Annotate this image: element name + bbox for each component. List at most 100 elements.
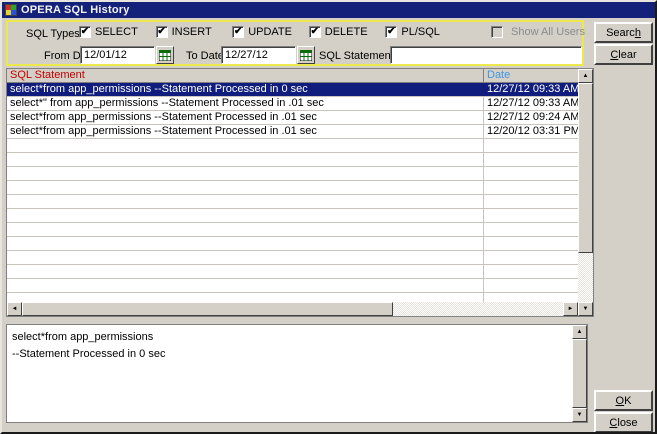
to-date-calendar-button[interactable] [297, 46, 315, 64]
table-row-empty[interactable] [7, 251, 578, 265]
detail-text[interactable]: select*from app_permissions--Statement P… [7, 325, 572, 422]
sql-types-label: SQL Types [26, 28, 80, 40]
cell-date [483, 167, 578, 180]
checkbox-box[interactable]: ✔ [232, 26, 244, 38]
table-row-empty[interactable] [7, 181, 578, 195]
to-date-input[interactable] [221, 46, 296, 64]
button-label-part: lear [618, 49, 636, 61]
opera-sql-history-window: OPERA SQL History SQL Types ✔ SELECT ✔ INSE… [0, 0, 657, 434]
cell-sql-statement [7, 293, 483, 302]
checkbox-label: SELECT [95, 26, 138, 38]
checkbox-box[interactable]: ✔ [156, 26, 168, 38]
checkbox-pl-sql[interactable]: ✔ PL/SQL [385, 26, 462, 38]
cell-sql-statement: select*from app_permissions --Statement … [7, 125, 483, 138]
cell-sql-statement [7, 167, 483, 180]
column-header-sql-statement[interactable]: SQL Statement [7, 69, 483, 82]
checkbox-box[interactable]: ✔ [309, 26, 321, 38]
cell-sql-statement [7, 251, 483, 264]
scrollbar-thumb[interactable] [572, 339, 587, 408]
table-vertical-scrollbar[interactable]: ▲ ▼ [578, 69, 593, 316]
button-label-part: h [635, 27, 641, 39]
table-row[interactable]: select*from app_permissions --Statement … [7, 125, 578, 139]
table-row-empty[interactable] [7, 293, 578, 302]
table-row-empty[interactable] [7, 209, 578, 223]
cell-sql-statement: select*from app_permissions --Statement … [7, 83, 483, 96]
cell-date [483, 181, 578, 194]
cell-date [483, 139, 578, 152]
scroll-left-button[interactable]: ◄ [7, 302, 22, 316]
clear-button[interactable]: Clear [594, 44, 653, 65]
table-row-empty[interactable] [7, 279, 578, 293]
right-arrow-icon: ► [568, 306, 574, 312]
table-row-empty[interactable] [7, 265, 578, 279]
scrollbar-thumb[interactable] [578, 83, 593, 253]
checkbox-show-all-users: Show All Users [491, 26, 585, 38]
down-arrow-icon: ▼ [583, 306, 589, 312]
calendar-icon [159, 50, 171, 61]
app-icon [5, 4, 17, 16]
search-button[interactable]: Search [594, 22, 653, 43]
table-row[interactable]: select*" from app_permissions --Statemen… [7, 97, 578, 111]
sql-type-checkboxes: ✔ SELECT ✔ INSERT ✔ UPDATE ✔ DELETE ✔ PL/SQL [79, 26, 462, 38]
filter-panel: SQL Types ✔ SELECT ✔ INSERT ✔ UPDATE ✔ DELETE ✔ P… [6, 20, 584, 66]
title-bar[interactable]: OPERA SQL History [2, 2, 655, 18]
checkbox-insert[interactable]: ✔ INSERT [156, 26, 233, 38]
table-row-empty[interactable] [7, 237, 578, 251]
checkbox-select[interactable]: ✔ SELECT [79, 26, 156, 38]
cell-date [483, 195, 578, 208]
calendar-icon [300, 50, 312, 61]
to-date-label: To Date [186, 50, 224, 62]
scroll-up-button[interactable]: ▲ [572, 325, 587, 339]
cell-date [483, 237, 578, 250]
sql-history-table: SQL Statement Date select*from app_permi… [6, 68, 594, 317]
table-horizontal-scrollbar[interactable]: ◄ ► [7, 302, 578, 316]
ok-button[interactable]: OK [594, 390, 653, 411]
from-date-calendar-button[interactable] [156, 46, 174, 64]
from-date-input[interactable] [80, 46, 155, 64]
cell-sql-statement [7, 153, 483, 166]
cell-date [483, 223, 578, 236]
down-arrow-icon: ▼ [577, 412, 583, 418]
checkbox-label: Show All Users [511, 26, 585, 38]
checkbox-box[interactable]: ✔ [385, 26, 397, 38]
cell-sql-statement [7, 181, 483, 194]
cell-date: 12/27/12 09:33 AM [483, 83, 578, 96]
table-row-empty[interactable] [7, 223, 578, 237]
checkbox-label: PL/SQL [401, 26, 440, 38]
detail-line: select*from app_permissions [12, 329, 567, 346]
table-body: select*from app_permissions --Statement … [7, 83, 578, 302]
cell-sql-statement [7, 265, 483, 278]
cell-sql-statement [7, 209, 483, 222]
cell-date [483, 209, 578, 222]
cell-date: 12/27/12 09:33 AM [483, 97, 578, 110]
table-row-empty[interactable] [7, 153, 578, 167]
table-row-empty[interactable] [7, 195, 578, 209]
sql-detail-pane: select*from app_permissions--Statement P… [6, 324, 588, 423]
close-button[interactable]: Close [594, 412, 653, 433]
table-row-empty[interactable] [7, 167, 578, 181]
detail-vertical-scrollbar[interactable]: ▲ ▼ [572, 325, 587, 422]
sql-statement-input[interactable] [390, 46, 582, 64]
cell-sql-statement [7, 237, 483, 250]
cell-sql-statement [7, 195, 483, 208]
scroll-down-button[interactable]: ▼ [578, 302, 593, 316]
cell-sql-statement: select*from app_permissions --Statement … [7, 111, 483, 124]
scroll-up-button[interactable]: ▲ [578, 69, 593, 83]
column-header-date[interactable]: Date [483, 69, 578, 82]
scrollbar-thumb[interactable] [22, 302, 393, 316]
checkbox-update[interactable]: ✔ UPDATE [232, 26, 309, 38]
cell-sql-statement [7, 139, 483, 152]
scroll-right-button[interactable]: ► [563, 302, 578, 316]
table-row[interactable]: select*from app_permissions --Statement … [7, 83, 578, 97]
checkbox-label: INSERT [172, 26, 212, 38]
cell-sql-statement: select*" from app_permissions --Statemen… [7, 97, 483, 110]
checkbox-label: UPDATE [248, 26, 292, 38]
checkbox-box[interactable]: ✔ [79, 26, 91, 38]
checkbox-delete[interactable]: ✔ DELETE [309, 26, 386, 38]
scroll-down-button[interactable]: ▼ [572, 408, 587, 422]
table-row-empty[interactable] [7, 139, 578, 153]
checkbox-label: DELETE [325, 26, 368, 38]
table-row[interactable]: select*from app_permissions --Statement … [7, 111, 578, 125]
cell-date [483, 153, 578, 166]
cell-date [483, 251, 578, 264]
